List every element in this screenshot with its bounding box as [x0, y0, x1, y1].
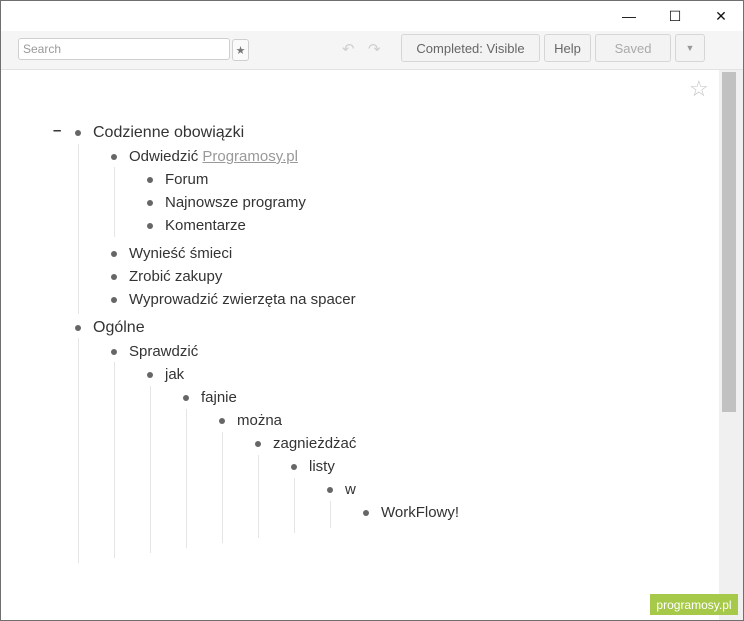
more-menu-button[interactable]: ▼: [675, 34, 705, 62]
list-item[interactable]: listy: [309, 458, 335, 476]
undo-icon[interactable]: ↶: [342, 40, 355, 58]
guide-line: [114, 362, 115, 558]
list-item[interactable]: fajnie: [201, 389, 237, 407]
list-item[interactable]: Najnowsze programy: [165, 194, 306, 212]
guide-line: [78, 338, 79, 563]
list-item[interactable]: można: [237, 412, 282, 430]
guide-line: [186, 409, 187, 548]
chevron-down-icon: ▼: [685, 43, 695, 53]
list-item[interactable]: Sprawdzić: [129, 343, 198, 361]
guide-line: [222, 432, 223, 543]
bullet[interactable]: [111, 251, 117, 257]
completed-visibility-button[interactable]: Completed: Visible: [401, 34, 540, 62]
list-item[interactable]: jak: [165, 366, 184, 384]
bullet[interactable]: [327, 487, 333, 493]
close-button[interactable]: ✕: [698, 1, 743, 31]
toolbar: ★ ↶ ↷ Completed: Visible Help Saved ▼: [1, 31, 743, 70]
list-item[interactable]: Wynieść śmieci: [129, 245, 232, 263]
app-window: — ☐ ✕ ★ ↶ ↷ Completed: Visible Help Save…: [0, 0, 744, 621]
list-item[interactable]: zagnieżdżać: [273, 435, 356, 453]
bullet[interactable]: [111, 154, 117, 160]
list-item[interactable]: Zrobić zakupy: [129, 268, 222, 286]
star-icon: ★: [235, 44, 246, 57]
minimize-button[interactable]: —: [606, 1, 652, 31]
list-item[interactable]: Wyprowadzić zwierzęta na spacer: [129, 291, 356, 309]
bullet[interactable]: [147, 223, 153, 229]
scrollbar-thumb[interactable]: [722, 72, 736, 412]
maximize-button[interactable]: ☐: [652, 1, 698, 31]
guide-line: [294, 478, 295, 533]
guide-line: [114, 167, 115, 237]
programosy-link[interactable]: Programosy.pl: [202, 148, 298, 165]
bullet[interactable]: [147, 372, 153, 378]
help-button[interactable]: Help: [544, 34, 591, 62]
bullet[interactable]: [111, 297, 117, 303]
guide-line: [330, 501, 331, 528]
vertical-scrollbar[interactable]: [719, 70, 743, 620]
guide-line: [258, 455, 259, 538]
list-item[interactable]: Odwiedzić Programosy.pl: [129, 148, 298, 166]
redo-icon[interactable]: ↷: [368, 40, 381, 58]
collapse-toggle[interactable]: –: [53, 122, 61, 139]
saved-button[interactable]: Saved: [595, 34, 671, 62]
bullet[interactable]: [75, 325, 81, 331]
bullet[interactable]: [75, 130, 81, 136]
favorite-star-icon[interactable]: ☆: [689, 78, 709, 100]
starred-button[interactable]: ★: [232, 39, 249, 61]
bullet[interactable]: [219, 418, 225, 424]
bullet[interactable]: [183, 395, 189, 401]
watermark-logo: programosy.pl: [650, 594, 738, 615]
bullet[interactable]: [291, 464, 297, 470]
bullet[interactable]: [147, 177, 153, 183]
list-item[interactable]: WorkFlowy!: [381, 504, 459, 522]
outline-panel: ☆ – Codzienne obowiązki Odwiedzić Progra…: [1, 70, 719, 620]
list-item[interactable]: w: [345, 481, 356, 499]
title-bar: — ☐ ✕: [1, 1, 743, 31]
bullet[interactable]: [111, 349, 117, 355]
bullet[interactable]: [255, 441, 261, 447]
search-input[interactable]: [18, 38, 230, 60]
guide-line: [150, 386, 151, 553]
list-item[interactable]: Komentarze: [165, 217, 246, 235]
list-item[interactable]: Ogólne: [93, 319, 145, 337]
bullet[interactable]: [363, 510, 369, 516]
list-item[interactable]: Forum: [165, 171, 208, 189]
bullet[interactable]: [111, 274, 117, 280]
bullet[interactable]: [147, 200, 153, 206]
guide-line: [78, 144, 79, 314]
list-item[interactable]: Codzienne obowiązki: [93, 124, 244, 142]
